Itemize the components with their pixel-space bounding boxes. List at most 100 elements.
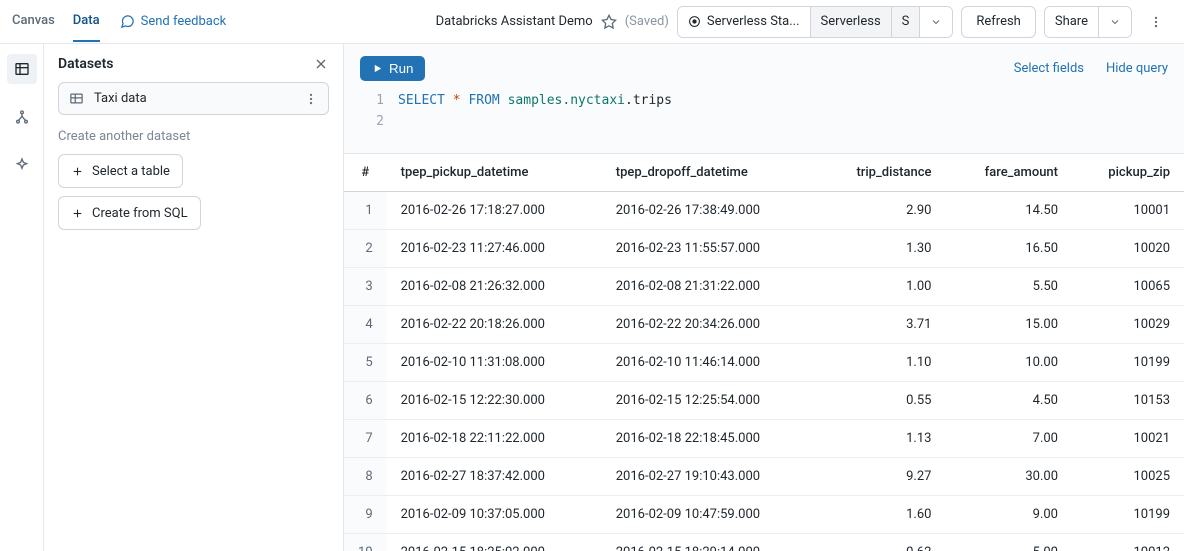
select-table-button[interactable]: Select a table	[58, 154, 183, 188]
cell: 5.50	[945, 267, 1072, 305]
table-row[interactable]: 52016-02-10 11:31:08.0002016-02-10 11:46…	[344, 343, 1184, 381]
results-table: #tpep_pickup_datetimetpep_dropoff_dateti…	[344, 154, 1184, 551]
cell: 10.00	[945, 343, 1072, 381]
results-table-wrap[interactable]: #tpep_pickup_datetimetpep_dropoff_dateti…	[344, 153, 1184, 551]
table-row[interactable]: 102016-02-15 18:25:02.0002016-02-15 18:2…	[344, 533, 1184, 551]
datasets-panel: Datasets Taxi data Create another datase…	[44, 44, 344, 551]
plus-icon	[71, 207, 84, 220]
compute-tertiary[interactable]: S	[892, 7, 921, 37]
row-index: 6	[344, 381, 387, 419]
column-header[interactable]: tpep_dropoff_datetime	[602, 154, 817, 192]
dataset-item[interactable]: Taxi data	[58, 82, 329, 115]
row-index: 10	[344, 533, 387, 551]
close-panel-button[interactable]	[313, 56, 329, 72]
rail-datasets[interactable]	[7, 54, 37, 84]
share-dropdown[interactable]	[1099, 7, 1131, 37]
cell: 15.00	[945, 305, 1072, 343]
cell: 5.00	[945, 533, 1072, 551]
cell: 9.00	[945, 495, 1072, 533]
row-index: 3	[344, 267, 387, 305]
cell: 10065	[1072, 267, 1184, 305]
cell: 10199	[1072, 343, 1184, 381]
compute-secondary-label: Serverless	[821, 14, 881, 29]
cell: 2016-02-26 17:38:49.000	[602, 191, 817, 229]
run-label: Run	[389, 61, 413, 76]
main-area: Datasets Taxi data Create another datase…	[0, 44, 1184, 551]
cell: 2016-02-27 18:37:42.000	[387, 457, 602, 495]
compute-dropdown[interactable]	[920, 7, 952, 37]
cell: 1.10	[817, 343, 946, 381]
close-icon	[313, 56, 329, 72]
column-header[interactable]: pickup_zip	[1072, 154, 1184, 192]
column-header[interactable]: tpep_pickup_datetime	[387, 154, 602, 192]
row-index-header[interactable]: #	[344, 154, 387, 192]
cell: 3.71	[817, 305, 946, 343]
cell: 1.00	[817, 267, 946, 305]
cell: 10199	[1072, 495, 1184, 533]
table-row[interactable]: 32016-02-08 21:26:32.0002016-02-08 21:31…	[344, 267, 1184, 305]
run-button[interactable]: Run	[360, 56, 425, 81]
select-table-label: Select a table	[92, 164, 170, 179]
create-sql-button[interactable]: Create from SQL	[58, 196, 201, 230]
create-dataset-hint: Create another dataset	[58, 129, 329, 144]
row-index: 7	[344, 419, 387, 457]
send-feedback-link[interactable]: Send feedback	[120, 14, 227, 29]
cell: 2016-02-23 11:55:57.000	[602, 229, 817, 267]
tab-data[interactable]: Data	[73, 1, 100, 42]
overflow-menu-button[interactable]	[1140, 6, 1172, 38]
tab-canvas[interactable]: Canvas	[12, 1, 55, 42]
cell: 2016-02-15 12:22:30.000	[387, 381, 602, 419]
cell: 0.55	[817, 381, 946, 419]
compute-primary-label: Serverless Sta...	[707, 14, 800, 29]
table-row[interactable]: 92016-02-09 10:37:05.0002016-02-09 10:47…	[344, 495, 1184, 533]
table-row[interactable]: 72016-02-18 22:11:22.0002016-02-18 22:18…	[344, 419, 1184, 457]
rail-lineage[interactable]	[7, 102, 37, 132]
kebab-icon	[1149, 15, 1163, 29]
refresh-button[interactable]: Refresh	[961, 6, 1035, 38]
line-number: 1	[360, 91, 384, 112]
table-row[interactable]: 12016-02-26 17:18:27.0002016-02-26 17:38…	[344, 191, 1184, 229]
cell: 2016-02-27 19:10:43.000	[602, 457, 817, 495]
cell: 14.50	[945, 191, 1072, 229]
share-button[interactable]: Share	[1045, 7, 1099, 37]
cell: 2016-02-10 11:31:08.000	[387, 343, 602, 381]
row-index: 2	[344, 229, 387, 267]
table-row[interactable]: 82016-02-27 18:37:42.0002016-02-27 19:10…	[344, 457, 1184, 495]
cell: 1.30	[817, 229, 946, 267]
plus-icon	[71, 165, 84, 178]
notebook-title[interactable]: Databricks Assistant Demo	[436, 14, 593, 29]
cell: 2016-02-10 11:46:14.000	[602, 343, 817, 381]
hide-query-link[interactable]: Hide query	[1106, 61, 1168, 76]
compute-primary[interactable]: Serverless Sta...	[678, 7, 811, 37]
content-area: Run Select fields Hide query 1 SELECT * …	[344, 44, 1184, 551]
send-feedback-label: Send feedback	[141, 14, 227, 29]
table-row[interactable]: 42016-02-22 20:18:26.0002016-02-22 20:34…	[344, 305, 1184, 343]
cell: 30.00	[945, 457, 1072, 495]
topbar: Canvas Data Send feedback Databricks Ass…	[0, 0, 1184, 44]
compute-secondary[interactable]: Serverless	[811, 7, 892, 37]
left-rail	[0, 44, 44, 551]
select-fields-link[interactable]: Select fields	[1014, 61, 1084, 76]
cell: 7.00	[945, 419, 1072, 457]
dataset-more-button[interactable]	[304, 92, 318, 106]
cell: 10153	[1072, 381, 1184, 419]
star-icon[interactable]	[601, 14, 617, 30]
cell: 2016-02-15 18:29:14.000	[602, 533, 817, 551]
notebook-title-block: Databricks Assistant Demo (Saved)	[436, 14, 669, 30]
sql-editor[interactable]: 1 SELECT * FROM samples.nyctaxi.trips 2	[344, 81, 1184, 153]
column-header[interactable]: fare_amount	[945, 154, 1072, 192]
chevron-down-icon	[1109, 16, 1121, 28]
column-header[interactable]: trip_distance	[817, 154, 946, 192]
cell: 2016-02-18 22:11:22.000	[387, 419, 602, 457]
cell: 9.27	[817, 457, 946, 495]
create-sql-label: Create from SQL	[92, 206, 188, 221]
table-row[interactable]: 22016-02-23 11:27:46.0002016-02-23 11:55…	[344, 229, 1184, 267]
cell: 10025	[1072, 457, 1184, 495]
saved-indicator: (Saved)	[625, 14, 669, 29]
dataset-name: Taxi data	[94, 91, 147, 106]
compute-selector[interactable]: Serverless Sta... Serverless S	[677, 6, 954, 38]
chat-icon	[120, 14, 135, 29]
table-row[interactable]: 62016-02-15 12:22:30.0002016-02-15 12:25…	[344, 381, 1184, 419]
rail-assist[interactable]	[7, 150, 37, 180]
cell: 2016-02-23 11:27:46.000	[387, 229, 602, 267]
